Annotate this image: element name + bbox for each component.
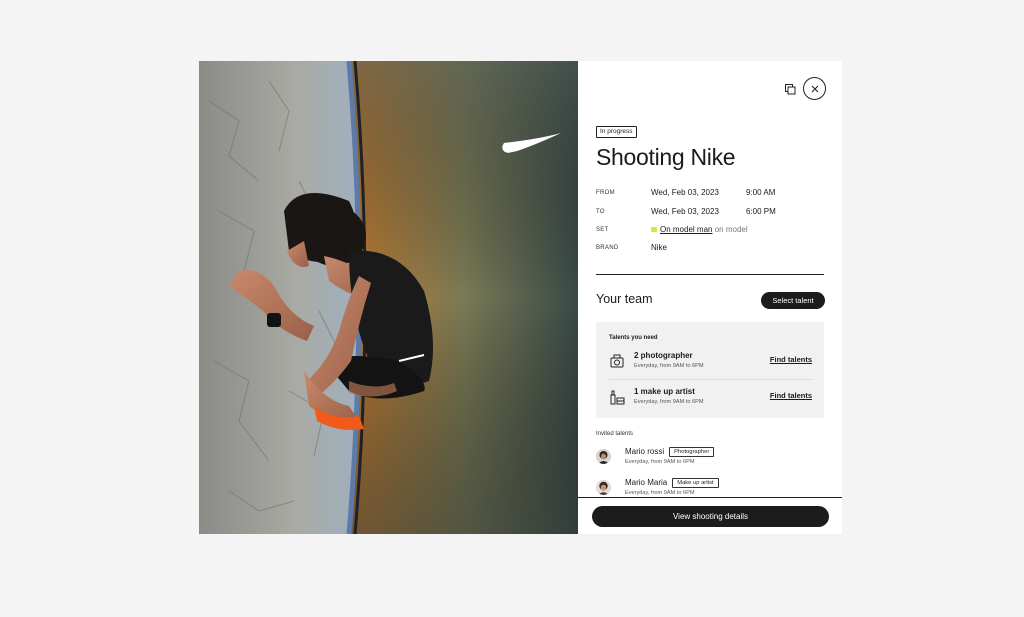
talent-name: Mario rossi: [625, 447, 665, 456]
team-title: Your team: [596, 292, 653, 306]
select-talent-button[interactable]: Select talent: [761, 292, 825, 309]
athlete-image: [199, 61, 578, 534]
need-item-photographer: 2 photographer Everyday, from 9AM to 6PM…: [609, 351, 812, 379]
need-name: 1 make up artist: [634, 387, 695, 396]
find-talents-link[interactable]: Find talents: [770, 391, 812, 400]
shooting-modal: In progress Shooting Nike FROM Wed, Feb …: [199, 61, 842, 534]
invited-talent-item[interactable]: Mario rossi Photographer Everyday, from 9…: [596, 447, 796, 471]
role-badge: Make up artist: [672, 478, 719, 488]
page-title: Shooting Nike: [596, 144, 736, 170]
talents-needed-title: Talents you need: [609, 335, 658, 341]
brand-row: BRAND Nike: [596, 243, 826, 255]
to-date: Wed, Feb 03, 2023: [651, 207, 719, 216]
copy-icon[interactable]: [780, 79, 800, 99]
set-marker-icon: [651, 227, 657, 233]
talent-name-row: Mario Maria Make up artist: [625, 478, 719, 488]
need-name: 2 photographer: [634, 351, 693, 360]
talent-name-row: Mario rossi Photographer: [625, 447, 715, 457]
status-badge: In progress: [596, 126, 637, 138]
role-badge: Photographer: [669, 447, 715, 457]
talent-schedule: Everyday, from 9AM to 6PM: [625, 459, 695, 465]
makeup-icon: [610, 390, 625, 405]
footer-bar: View shooting details: [578, 497, 842, 534]
set-value: On model man on model: [651, 225, 748, 234]
need-schedule: Everyday, from 9AM to 6PM: [634, 399, 704, 405]
section-divider: [596, 274, 824, 275]
talents-needed-box: Talents you need 2 photographer Everyday…: [596, 322, 824, 418]
set-suffix: on model: [714, 225, 748, 234]
need-item-makeup: 1 make up artist Everyday, from 9AM to 6…: [609, 387, 812, 415]
campaign-photo: [199, 61, 578, 534]
close-button[interactable]: [803, 77, 826, 100]
avatar: [596, 480, 611, 495]
from-label: FROM: [596, 190, 615, 196]
need-schedule: Everyday, from 9AM to 6PM: [634, 363, 704, 369]
talent-schedule: Everyday, from 9AM to 6PM: [625, 490, 695, 496]
camera-icon: [610, 354, 624, 368]
from-row: FROM Wed, Feb 03, 2023 9:00 AM: [596, 188, 826, 200]
to-row: TO Wed, Feb 03, 2023 6:00 PM: [596, 207, 826, 219]
set-label: SET: [596, 227, 609, 233]
avatar: [596, 449, 611, 464]
brand-label: BRAND: [596, 245, 619, 251]
from-date: Wed, Feb 03, 2023: [651, 188, 719, 197]
find-talents-link[interactable]: Find talents: [770, 355, 812, 364]
shooting-detail-panel: In progress Shooting Nike FROM Wed, Feb …: [578, 61, 842, 534]
set-link[interactable]: On model man: [660, 225, 712, 234]
view-shooting-details-button[interactable]: View shooting details: [592, 506, 829, 527]
invited-talents-title: Invited talents: [596, 431, 634, 437]
brand-value: Nike: [651, 243, 668, 252]
talent-name: Mario Maria: [625, 478, 668, 487]
need-separator: [609, 379, 812, 380]
close-icon: [811, 85, 818, 92]
from-time: 9:00 AM: [746, 188, 776, 197]
set-row: SET On model man on model: [596, 225, 826, 237]
to-time: 6:00 PM: [746, 207, 776, 216]
to-label: TO: [596, 209, 605, 215]
